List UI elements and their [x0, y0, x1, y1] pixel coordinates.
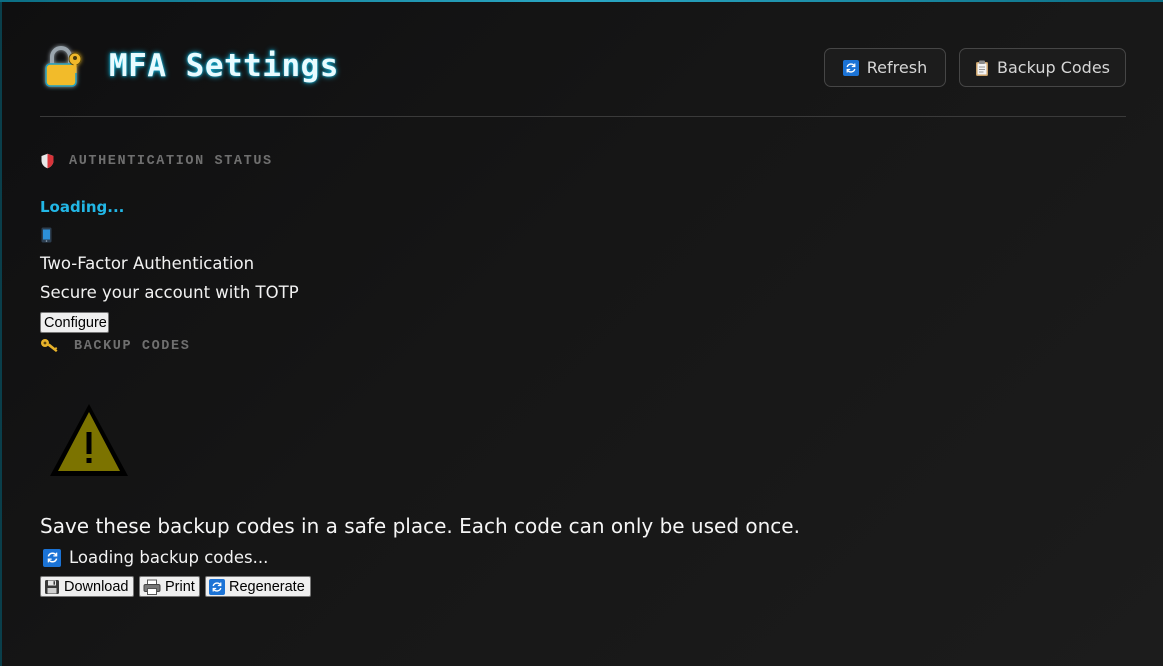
- printer-icon: [143, 579, 161, 595]
- page-title: MFA Settings: [109, 48, 339, 84]
- mobile-phone-icon: [41, 227, 52, 243]
- locked-with-key-icon: [45, 46, 82, 87]
- status-loading-text: Loading...: [40, 198, 125, 216]
- backup-warning-text: Save these backup codes in a safe place.…: [40, 514, 800, 538]
- page-header: MFA Settings Refresh Backup Codes: [40, 40, 1126, 117]
- backup-codes-loading: Loading backup codes...: [43, 548, 268, 567]
- floppy-disk-icon: [45, 579, 59, 594]
- backup-codes-loading-label: Loading backup codes...: [69, 548, 269, 567]
- configure-button[interactable]: Configure: [40, 312, 109, 333]
- regenerate-icon: [209, 578, 225, 595]
- mfa-method-title: Two-Factor Authentication: [40, 254, 255, 273]
- key-icon: [41, 339, 58, 352]
- warning-icon: [50, 404, 128, 476]
- shield-icon: [41, 153, 54, 169]
- configure-label: Configure: [44, 314, 107, 331]
- authentication-status-label: AUTHENTICATION STATUS: [69, 153, 273, 169]
- regenerate-label: Regenerate: [229, 578, 305, 595]
- download-button[interactable]: Download: [40, 576, 134, 597]
- print-button[interactable]: Print: [139, 576, 200, 597]
- loading-refresh-icon: [43, 548, 61, 567]
- regenerate-button[interactable]: Regenerate: [205, 576, 311, 597]
- refresh-icon: [842, 59, 859, 76]
- backup-codes-heading: BACKUP CODES: [40, 338, 190, 354]
- top-accent-line: [0, 0, 1163, 2]
- refresh-button[interactable]: Refresh: [824, 48, 946, 87]
- left-accent-line: [0, 2, 2, 666]
- backup-codes-button[interactable]: Backup Codes: [959, 48, 1126, 87]
- download-label: Download: [64, 578, 129, 595]
- refresh-label: Refresh: [866, 58, 928, 77]
- print-label: Print: [165, 578, 195, 595]
- backup-codes-label: Backup Codes: [996, 58, 1111, 77]
- backup-codes-heading-label: BACKUP CODES: [74, 338, 191, 354]
- authentication-status-heading: AUTHENTICATION STATUS: [40, 153, 273, 169]
- mfa-method-subtitle: Secure your account with TOTP: [40, 283, 299, 302]
- clipboard-icon: [975, 60, 989, 76]
